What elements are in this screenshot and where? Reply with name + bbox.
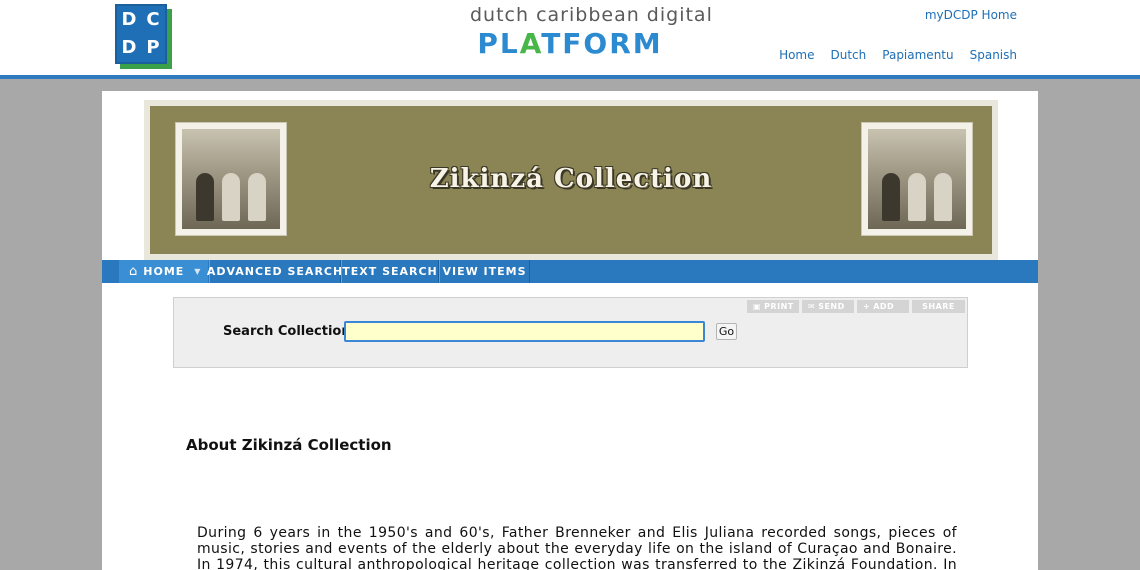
brand-part-accent: A	[519, 27, 542, 60]
site-header: D C D P dutch caribbean digital PLATFORM…	[0, 0, 1140, 75]
lang-nav-dutch[interactable]: Dutch	[831, 48, 867, 62]
banner-photo-right	[861, 122, 973, 236]
content-panel: Zikinzá Collection ⌂ HOME ▼ ADVANCED SEA…	[102, 91, 1038, 570]
photo-figure	[882, 173, 900, 221]
go-button[interactable]: Go	[716, 323, 737, 340]
logo-letter: D	[121, 9, 137, 30]
logo-letter: C	[146, 9, 160, 30]
mydcdp-home-link[interactable]: myDCDP Home	[925, 8, 1017, 22]
print-button[interactable]: ▣ PRINT	[747, 300, 799, 313]
add-label: ADD	[873, 302, 895, 311]
lang-nav-home[interactable]: Home	[779, 48, 814, 62]
about-paragraph: During 6 years in the 1950's and 60's, F…	[197, 525, 957, 570]
brand-line1: dutch caribbean digital	[470, 4, 713, 26]
lang-nav-spanish[interactable]: Spanish	[970, 48, 1017, 62]
toolbar-actions: ▣ PRINT ✉ SEND + ADD SHARE	[747, 300, 965, 313]
home-icon: ⌂	[129, 264, 138, 279]
nav-home-dropdown[interactable]: ⌂ HOME ▼	[119, 260, 208, 283]
photo-figure	[934, 173, 952, 221]
share-label: SHARE	[922, 302, 955, 311]
plus-icon: +	[863, 302, 871, 311]
header-divider	[0, 75, 1140, 79]
nav-home-label: HOME	[143, 265, 185, 278]
about-heading: About Zikinzá Collection	[186, 436, 392, 454]
language-nav: Home Dutch Papiamentu Spanish	[779, 48, 1017, 62]
brand-part: PL	[477, 27, 520, 60]
add-button[interactable]: + ADD	[857, 300, 909, 313]
photo-figure	[908, 173, 926, 221]
vintage-photo-image	[868, 129, 966, 229]
logo-block: D C D P	[115, 4, 167, 64]
share-button[interactable]: SHARE	[912, 300, 965, 313]
print-label: PRINT	[764, 302, 794, 311]
collection-banner: Zikinzá Collection	[144, 100, 998, 260]
search-collection-label: Search Collection:	[223, 324, 356, 339]
brand-line2: PLATFORM	[470, 27, 670, 60]
nav-advanced-search[interactable]: ADVANCED SEARCH	[207, 260, 342, 283]
chevron-down-icon: ▼	[194, 267, 201, 276]
banner-inner: Zikinzá Collection	[150, 106, 992, 254]
dcdp-logo[interactable]: D C D P	[115, 4, 172, 69]
logo-letter: P	[146, 37, 160, 58]
envelope-icon: ✉	[808, 302, 816, 311]
brand-wordmark[interactable]: dutch caribbean digital PLATFORM	[470, 4, 713, 60]
send-label: SEND	[818, 302, 845, 311]
collection-navbar: ⌂ HOME ▼ ADVANCED SEARCH TEXT SEARCH VIE…	[102, 260, 1038, 283]
logo-letter: D	[121, 37, 137, 58]
printer-icon: ▣	[753, 302, 762, 311]
brand-part: TFORM	[541, 27, 663, 60]
nav-text-search[interactable]: TEXT SEARCH	[341, 260, 439, 283]
search-input[interactable]	[344, 321, 705, 342]
search-box: ▣ PRINT ✉ SEND + ADD SHARE Search Collec…	[173, 297, 968, 368]
lang-nav-papiamentu[interactable]: Papiamentu	[882, 48, 953, 62]
send-button[interactable]: ✉ SEND	[802, 300, 854, 313]
nav-view-items[interactable]: VIEW ITEMS	[439, 260, 530, 283]
